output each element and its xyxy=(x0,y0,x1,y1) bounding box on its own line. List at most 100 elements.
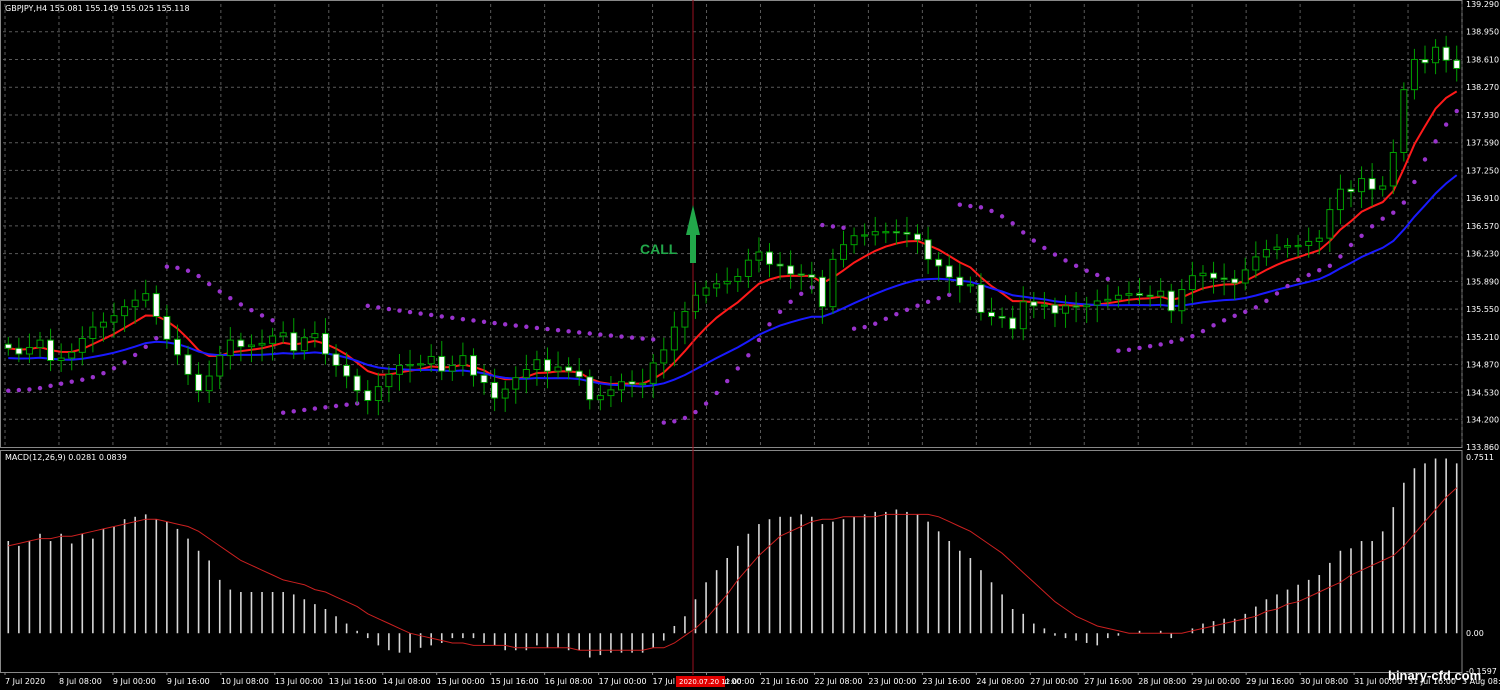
x-tick-label: 13 Jul 00:00 xyxy=(275,677,323,686)
candle-body xyxy=(1389,151,1397,187)
candle-body xyxy=(1093,300,1101,306)
candle-body xyxy=(1241,269,1249,284)
psar-dot xyxy=(830,224,836,229)
candle-body xyxy=(596,395,604,401)
psar-dot xyxy=(873,321,878,326)
psar-dot xyxy=(481,319,487,324)
psar-dot xyxy=(598,332,603,337)
candle-body xyxy=(681,311,689,328)
x-tick-label: 17 Jul 00:00 xyxy=(599,677,647,686)
candle-body xyxy=(787,265,795,275)
psar-dot xyxy=(439,314,444,319)
psar-dot xyxy=(37,385,43,391)
x-tick-label: 9 Jul 00:00 xyxy=(113,677,156,686)
psar-dot xyxy=(1147,343,1153,349)
candle-body xyxy=(924,239,932,260)
psar-dot xyxy=(16,387,22,393)
x-tick-label: 14 Jul 08:00 xyxy=(383,677,431,686)
psar-dot xyxy=(1031,238,1037,243)
candle-body xyxy=(744,259,752,277)
x-tick-label: 23 Jul 00:00 xyxy=(868,677,916,686)
candle-body xyxy=(797,273,805,276)
psar-dot xyxy=(883,316,889,322)
candle-body xyxy=(321,333,329,355)
candle-body xyxy=(1178,289,1186,312)
psar-dot xyxy=(175,265,180,271)
psar-dot xyxy=(524,324,529,329)
candle-body xyxy=(808,274,816,278)
psar-dot xyxy=(820,222,825,228)
psar-dot xyxy=(1179,337,1185,342)
y-tick-label: 136.910 xyxy=(1466,194,1499,203)
x-tick-label: 21 Jul 16:00 xyxy=(760,677,808,686)
psar-dot xyxy=(1391,210,1396,215)
candle-body xyxy=(142,293,150,301)
macd-info: MACD(12,26,9) 0.0281 0.0839 xyxy=(5,453,127,462)
candle-body xyxy=(882,231,890,234)
candle-body xyxy=(935,258,943,267)
trading-chart[interactable]: 139.290 138.950 138.610 138.270 137.930 137.5… xyxy=(0,0,1500,690)
psar-dot xyxy=(1243,309,1248,315)
candle-body xyxy=(25,346,33,355)
psar-dot xyxy=(587,331,592,336)
y-tick-label: 133.860 xyxy=(1466,443,1499,452)
candle-body xyxy=(364,390,372,401)
candle-body xyxy=(1231,278,1239,284)
psar-dot xyxy=(407,309,413,315)
candle-body xyxy=(1400,89,1408,153)
psar-dot xyxy=(302,407,307,413)
psar-dot xyxy=(249,307,254,313)
candle-body xyxy=(586,376,594,401)
psar-dot xyxy=(90,375,96,380)
psar-dot xyxy=(122,360,127,365)
x-tick-label: 10 Jul 08:00 xyxy=(221,677,269,686)
psar-dot xyxy=(344,402,349,407)
psar-dot xyxy=(1105,276,1111,282)
candle-body xyxy=(47,339,55,362)
psar-dot xyxy=(703,401,709,406)
psar-dot xyxy=(143,344,148,350)
psar-dot xyxy=(534,325,540,331)
candle-body xyxy=(300,337,308,352)
x-tick-label: 30 Jul 08:00 xyxy=(1300,677,1348,686)
candle-body xyxy=(840,244,848,260)
candle-body xyxy=(512,377,520,390)
psar-dot xyxy=(1443,122,1449,127)
x-tick-label: 13 Jul 16:00 xyxy=(329,677,377,686)
x-tick-label: 8 Jul 08:00 xyxy=(59,677,102,686)
psar-dot xyxy=(1306,272,1311,278)
candle-body xyxy=(332,353,340,366)
y-tick-label: 134.870 xyxy=(1466,361,1499,370)
candle-body xyxy=(660,349,668,364)
psar-dot xyxy=(936,296,941,301)
psar-dot xyxy=(27,387,32,392)
candle-body xyxy=(1453,59,1461,69)
candle-body xyxy=(121,306,129,317)
psar-dot xyxy=(397,308,402,313)
symbol-info: GBPJPY,H4 155.081 155.149 155.025 155.11… xyxy=(5,4,190,13)
psar-dot xyxy=(841,225,846,230)
psar-dot xyxy=(978,205,984,210)
psar-dot xyxy=(767,322,772,327)
slow-ma-line xyxy=(8,174,1458,388)
psar-dot xyxy=(1126,347,1132,353)
psar-dot xyxy=(206,281,212,287)
candle-body xyxy=(343,364,351,377)
psar-dot xyxy=(1401,200,1407,205)
candle-body xyxy=(649,362,657,384)
psar-dot xyxy=(682,415,688,421)
candle-body xyxy=(1379,185,1387,190)
candle-body xyxy=(1136,293,1144,296)
candle-body xyxy=(850,235,858,246)
x-tick-label: 9 Jul 16:00 xyxy=(167,677,210,686)
candle-body xyxy=(438,355,446,372)
candle-body xyxy=(163,315,171,340)
parabolic-sar-dots xyxy=(6,108,1459,425)
psar-dot xyxy=(1095,272,1100,278)
psar-dot xyxy=(132,352,138,358)
psar-dot xyxy=(1295,277,1301,283)
psar-dot xyxy=(502,322,508,327)
psar-dot xyxy=(1137,345,1142,351)
psar-dot xyxy=(217,289,222,294)
psar-dot xyxy=(418,311,423,316)
